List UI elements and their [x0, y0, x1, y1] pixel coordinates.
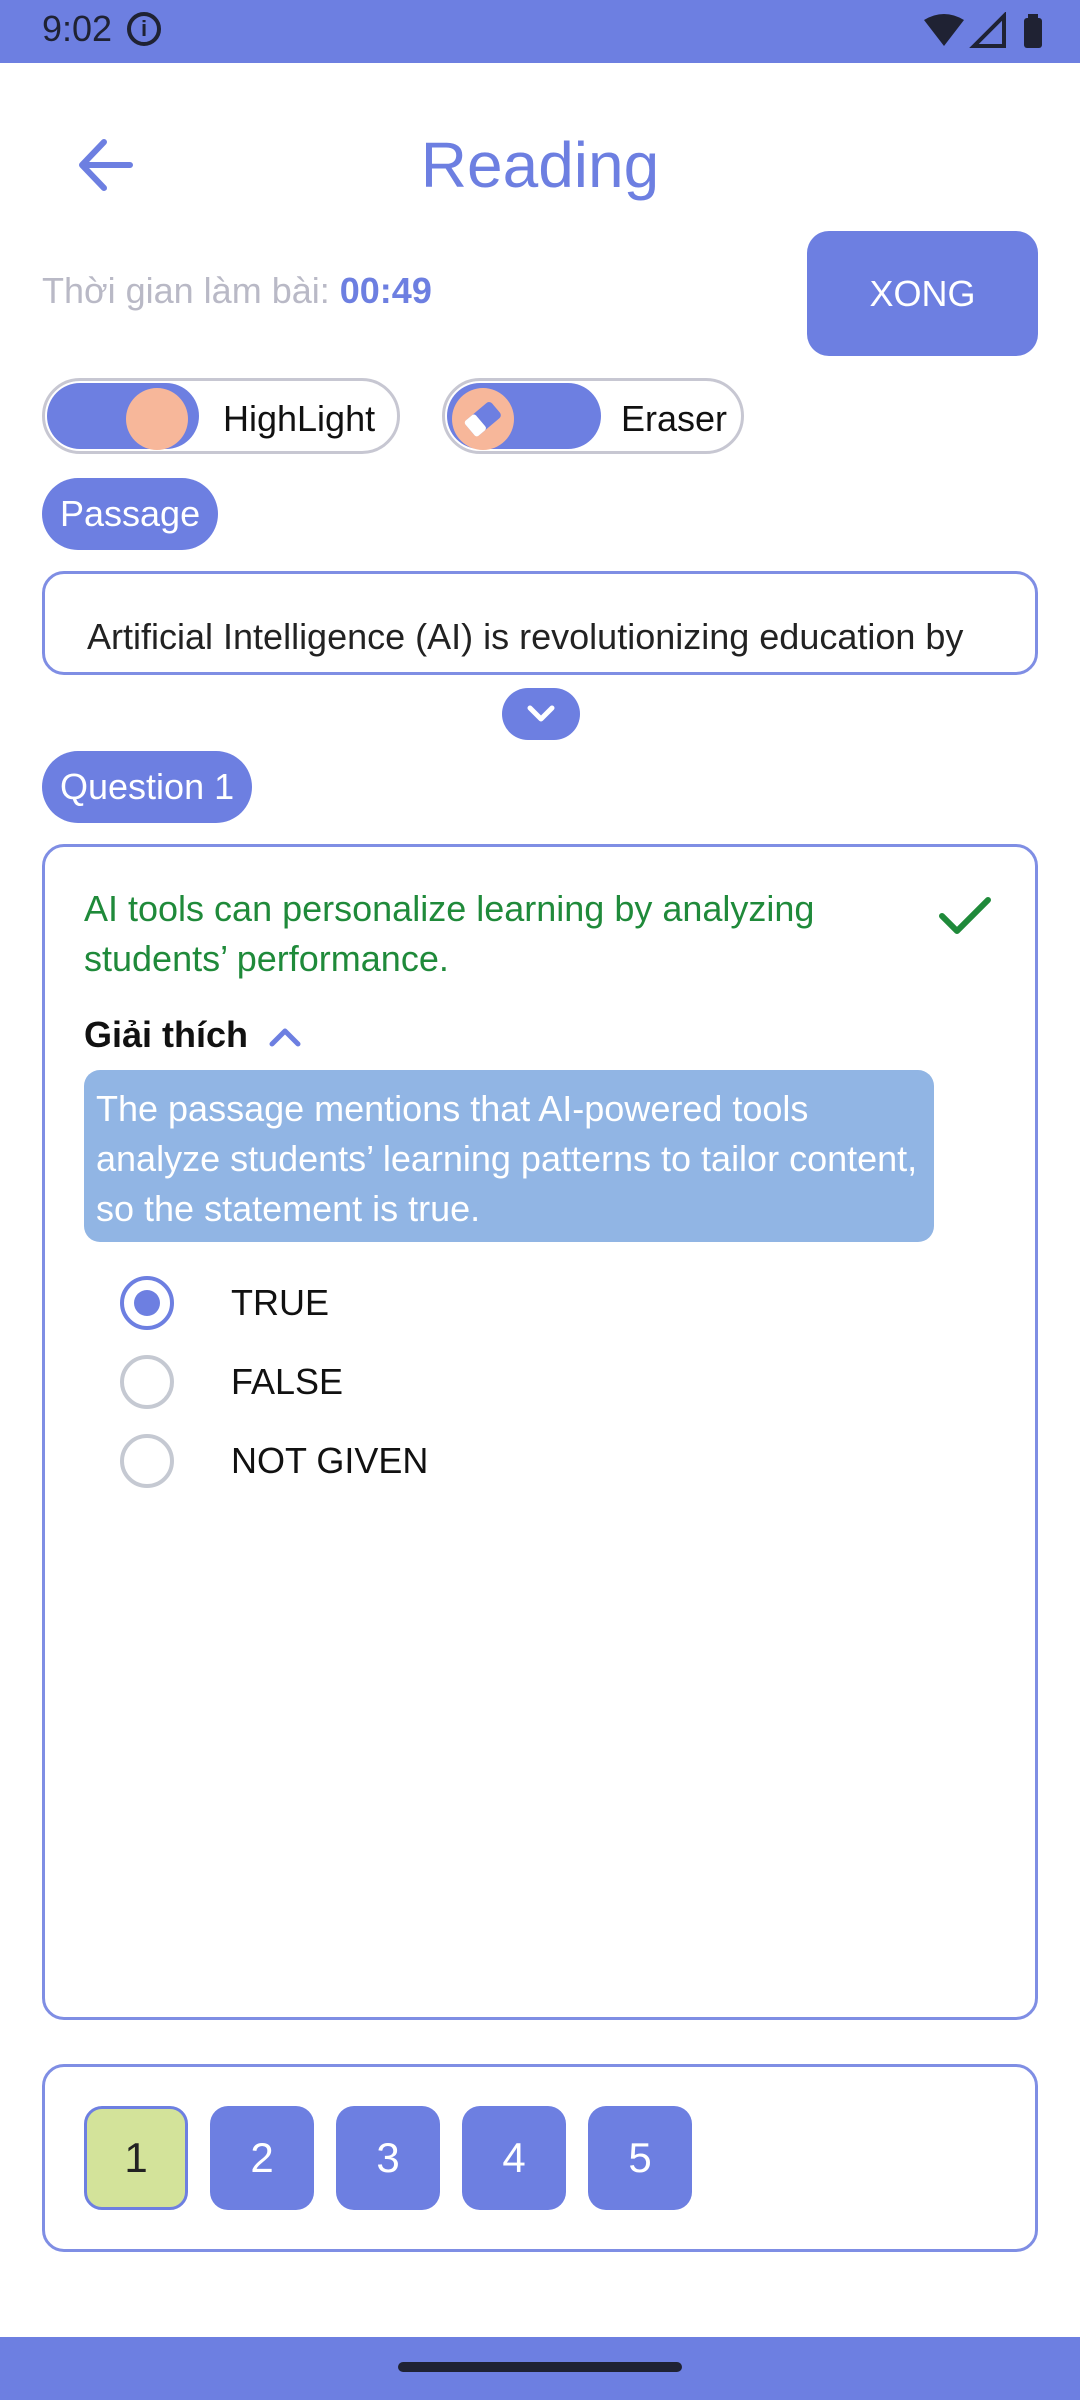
question-nav-1[interactable]: 1 [84, 2106, 188, 2210]
highlight-knob [126, 388, 188, 450]
expand-passage-button[interactable] [502, 688, 580, 740]
radio-selected[interactable] [120, 1276, 174, 1330]
question-statement: AI tools can personalize learning by ana… [84, 888, 815, 979]
question-tag: Question 1 [42, 751, 253, 823]
signal-icon [969, 11, 1006, 48]
done-button[interactable]: XONG [807, 231, 1038, 356]
status-bar [0, 0, 1080, 63]
chevron-up-icon[interactable] [268, 1026, 302, 1048]
option-label: NOT GIVEN [231, 1440, 429, 1481]
wifi-icon [924, 14, 964, 46]
timer: Thời gian làm bài: 00:49 [42, 270, 432, 312]
check-icon [938, 894, 992, 938]
question-nav-4[interactable]: 4 [462, 2106, 566, 2210]
passage-box[interactable]: Artificial Intelligence (AI) is revoluti… [42, 571, 1038, 675]
info-icon: i [127, 12, 161, 46]
home-indicator[interactable] [398, 2362, 682, 2372]
question-nav-3[interactable]: 3 [336, 2106, 440, 2210]
status-icons [922, 11, 1052, 55]
chevron-down-icon [527, 705, 555, 722]
question-nav-5[interactable]: 5 [588, 2106, 692, 2210]
battery-icon [1024, 14, 1042, 48]
explanation-text: The passage mentions that AI-powered too… [84, 1070, 934, 1242]
passage-preview: Artificial Intelligence (AI) is revoluti… [87, 616, 964, 657]
option-label: FALSE [231, 1361, 344, 1402]
option-label: TRUE [231, 1282, 329, 1323]
timer-value: 00:49 [339, 270, 432, 311]
timer-label: Thời gian làm bài: [42, 270, 330, 311]
eraser-knob [452, 388, 514, 450]
radio-unselected[interactable] [120, 1434, 174, 1488]
page-title: Reading [420, 129, 660, 201]
status-time: 9:02 [42, 8, 113, 49]
passage-tag: Passage [42, 478, 219, 550]
eraser-icon [464, 402, 501, 437]
explanation-label[interactable]: Giải thích [84, 1014, 248, 1056]
highlight-label: HighLight [223, 398, 376, 439]
eraser-toggle[interactable]: Eraser [442, 378, 744, 454]
eraser-label: Eraser [621, 398, 728, 439]
highlight-toggle[interactable]: HighLight [42, 378, 400, 454]
radio-unselected[interactable] [120, 1355, 174, 1409]
question-nav-2[interactable]: 2 [210, 2106, 314, 2210]
